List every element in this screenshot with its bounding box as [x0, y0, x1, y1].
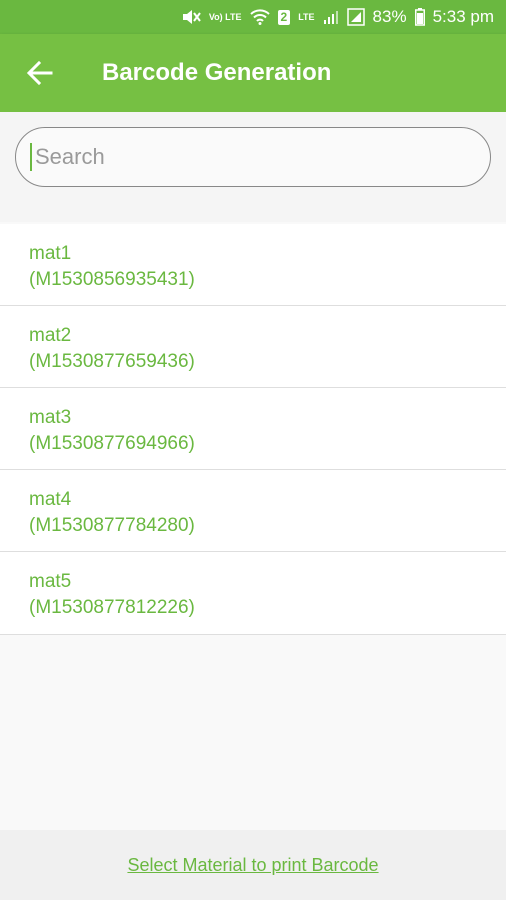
list-item[interactable]: mat3 (M1530877694966): [0, 388, 506, 470]
app-bar: Barcode Generation: [0, 34, 506, 112]
material-name: mat1: [29, 243, 72, 264]
battery-percent: 83%: [372, 7, 407, 26]
wifi-icon: [249, 9, 270, 25]
list-item[interactable]: mat5 (M1530877812226): [0, 552, 506, 635]
list-item[interactable]: mat2 (M1530877659436): [0, 306, 506, 388]
sim-badge: 2: [277, 9, 291, 25]
back-button[interactable]: [0, 34, 80, 112]
search-area: [0, 112, 506, 222]
list-item[interactable]: mat1 (M1530856935431): [0, 224, 506, 306]
search-input[interactable]: [33, 143, 457, 171]
sim-badge-label: 2: [277, 9, 291, 25]
search-box[interactable]: [15, 127, 491, 187]
list-item[interactable]: mat4 (M1530877784280): [0, 470, 506, 552]
material-list: mat1 (M1530856935431) mat2 (M15308776594…: [0, 224, 506, 635]
footer: Select Material to print Barcode: [0, 830, 506, 900]
volte-label: Vo) LTE: [208, 11, 242, 22]
status-bar: Vo) LTE 2 LTE 83% 5:33 pm: [0, 0, 506, 34]
clock: 5:33 pm: [432, 7, 494, 26]
print-barcode-link[interactable]: Select Material to print Barcode: [127, 855, 378, 876]
text-cursor: [30, 143, 32, 171]
material-code: (M1530877784280): [29, 515, 195, 536]
material-name: mat4: [29, 489, 72, 510]
material-code: (M1530856935431): [29, 269, 195, 290]
material-name: mat3: [29, 407, 72, 428]
material-name: mat5: [29, 571, 72, 592]
material-name: mat2: [29, 325, 72, 346]
signal-icon: [323, 9, 339, 25]
mute-icon: [181, 8, 201, 26]
material-code: (M1530877694966): [29, 433, 195, 454]
arrow-left-icon: [27, 61, 53, 85]
page-title: Barcode Generation: [102, 59, 332, 86]
lte-label: LTE: [298, 11, 315, 22]
material-code: (M1530877659436): [29, 351, 195, 372]
material-code: (M1530877812226): [29, 597, 195, 618]
battery-icon: [414, 8, 425, 26]
signal-2-icon: [346, 8, 365, 26]
